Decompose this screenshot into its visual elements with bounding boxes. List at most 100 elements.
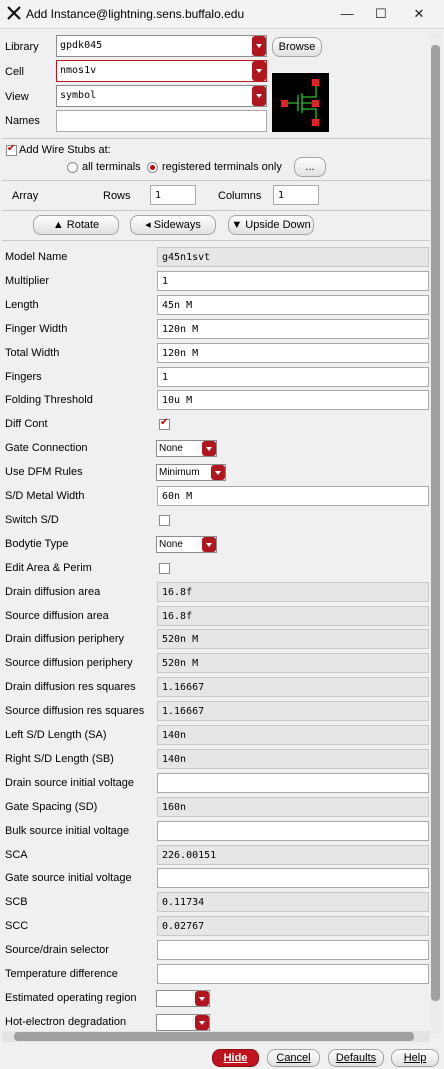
upside-down-label: Upside Down bbox=[245, 219, 311, 231]
names-label: Names bbox=[5, 115, 40, 127]
button-bar: Hide Cancel Defaults Help bbox=[0, 1045, 444, 1069]
param-label: Drain diffusion res squares bbox=[5, 681, 136, 693]
dropdown-value: None bbox=[159, 443, 183, 454]
param-input[interactable]: 10u M bbox=[157, 390, 429, 410]
param-label: Use DFM Rules bbox=[5, 466, 83, 478]
title-bar: Add Instance@lightning.sens.buffalo.edu … bbox=[0, 0, 444, 29]
upside-down-button[interactable]: ▼ Upside Down bbox=[228, 215, 314, 235]
param-readonly-field: g45n1svt bbox=[157, 247, 429, 267]
registered-terminals-radio[interactable] bbox=[147, 162, 158, 173]
chevron-down-icon[interactable] bbox=[252, 36, 266, 56]
param-input[interactable]: 120n M bbox=[157, 319, 429, 339]
library-combo[interactable]: gpdk045 bbox=[56, 35, 267, 57]
param-readonly-field: 0.11734 bbox=[157, 892, 429, 912]
cell-value: nmos1v bbox=[60, 65, 97, 76]
param-dropdown[interactable]: Minimum bbox=[156, 464, 226, 481]
param-input[interactable] bbox=[157, 940, 429, 960]
param-readonly-field: 140n bbox=[157, 749, 429, 769]
cell-combo[interactable]: nmos1v bbox=[56, 60, 267, 82]
param-dropdown[interactable] bbox=[156, 990, 210, 1007]
param-readonly-field: 16.8f bbox=[157, 606, 429, 626]
param-readonly-field: 520n M bbox=[157, 629, 429, 649]
cancel-button[interactable]: Cancel bbox=[267, 1049, 320, 1067]
param-checkbox[interactable] bbox=[159, 563, 170, 574]
param-checkbox[interactable] bbox=[159, 515, 170, 526]
mirror-icon: ◂ bbox=[145, 219, 151, 231]
wire-stubs-label: Add Wire Stubs at: bbox=[19, 144, 111, 156]
window-title: Add Instance@lightning.sens.buffalo.edu bbox=[26, 7, 245, 21]
param-dropdown[interactable]: None bbox=[156, 536, 217, 553]
separator bbox=[2, 180, 436, 181]
dropdown-value: None bbox=[159, 539, 183, 550]
vertical-scrollbar[interactable] bbox=[430, 33, 441, 1034]
param-input[interactable] bbox=[157, 821, 429, 841]
param-label: Diff Cont bbox=[5, 418, 48, 430]
chevron-down-icon[interactable] bbox=[195, 1015, 209, 1030]
rows-input[interactable]: 1 bbox=[150, 185, 196, 205]
param-readonly-field: 16.8f bbox=[157, 582, 429, 602]
param-input[interactable]: 1 bbox=[157, 271, 429, 291]
param-input[interactable] bbox=[157, 773, 429, 793]
param-label: Source/drain selector bbox=[5, 944, 109, 956]
param-label: Drain diffusion area bbox=[5, 586, 101, 598]
minimize-icon[interactable]: — bbox=[332, 3, 362, 25]
chevron-down-icon[interactable] bbox=[195, 991, 209, 1006]
chevron-down-icon[interactable] bbox=[211, 465, 225, 480]
param-label: Right S/D Length (SB) bbox=[5, 753, 114, 765]
param-input[interactable] bbox=[157, 868, 429, 888]
param-label: Source diffusion area bbox=[5, 610, 109, 622]
param-dropdown[interactable]: None bbox=[156, 440, 217, 457]
param-checkbox[interactable] bbox=[159, 417, 170, 430]
chevron-down-icon[interactable] bbox=[252, 86, 266, 106]
names-input[interactable] bbox=[56, 110, 267, 132]
hide-button[interactable]: Hide bbox=[212, 1049, 259, 1067]
rotate-button[interactable]: ▲ Rotate bbox=[33, 215, 119, 235]
scroll-thumb[interactable] bbox=[14, 1032, 414, 1041]
horizontal-scrollbar[interactable] bbox=[2, 1031, 430, 1042]
param-input[interactable]: 60n M bbox=[157, 486, 429, 506]
param-readonly-field: 1.16667 bbox=[157, 677, 429, 697]
library-value: gpdk045 bbox=[60, 40, 103, 51]
param-label: Folding Threshold bbox=[5, 394, 93, 406]
param-input[interactable] bbox=[157, 964, 429, 984]
close-icon[interactable]: ✕ bbox=[404, 3, 434, 25]
view-combo[interactable]: symbol bbox=[56, 85, 267, 107]
sideways-label: Sideways bbox=[153, 219, 201, 231]
chevron-down-icon[interactable] bbox=[202, 441, 216, 456]
more-options-button[interactable]: ... bbox=[294, 157, 326, 177]
param-label: Bodytie Type bbox=[5, 538, 69, 550]
param-label: Total Width bbox=[5, 347, 60, 359]
param-input[interactable]: 1 bbox=[157, 367, 429, 387]
browse-button[interactable]: Browse bbox=[272, 37, 322, 57]
param-label: Multiplier bbox=[5, 275, 50, 287]
wire-stubs-checkbox[interactable] bbox=[6, 143, 17, 156]
all-terminals-label: all terminals bbox=[82, 161, 141, 173]
columns-label: Columns bbox=[218, 190, 262, 202]
param-readonly-field: 140n bbox=[157, 725, 429, 745]
chevron-down-icon[interactable] bbox=[202, 537, 216, 552]
all-terminals-radio[interactable] bbox=[67, 162, 78, 173]
defaults-button[interactable]: Defaults bbox=[328, 1049, 384, 1067]
separator bbox=[2, 138, 436, 139]
param-label: Model Name bbox=[5, 251, 68, 263]
param-input[interactable]: 45n M bbox=[157, 295, 429, 315]
param-readonly-field: 0.02767 bbox=[157, 916, 429, 936]
param-label: Fingers bbox=[5, 371, 42, 383]
symbol-preview bbox=[272, 73, 329, 132]
columns-input[interactable]: 1 bbox=[273, 185, 319, 205]
param-label: Temperature difference bbox=[5, 968, 118, 980]
param-dropdown[interactable] bbox=[156, 1014, 210, 1031]
help-button[interactable]: Help bbox=[391, 1049, 439, 1067]
separator bbox=[2, 210, 436, 211]
scroll-thumb[interactable] bbox=[431, 45, 440, 1001]
param-label: Gate source initial voltage bbox=[5, 872, 132, 884]
param-input[interactable]: 120n M bbox=[157, 343, 429, 363]
rotate-icon: ▲ bbox=[52, 219, 64, 231]
dropdown-value: Minimum bbox=[159, 467, 200, 478]
sideways-button[interactable]: ◂ Sideways bbox=[130, 215, 216, 235]
app-icon bbox=[7, 6, 21, 20]
param-label: Drain source initial voltage bbox=[5, 777, 135, 789]
chevron-down-icon[interactable] bbox=[252, 61, 266, 81]
maximize-icon[interactable]: ☐ bbox=[366, 3, 396, 25]
param-label: Finger Width bbox=[5, 323, 68, 335]
